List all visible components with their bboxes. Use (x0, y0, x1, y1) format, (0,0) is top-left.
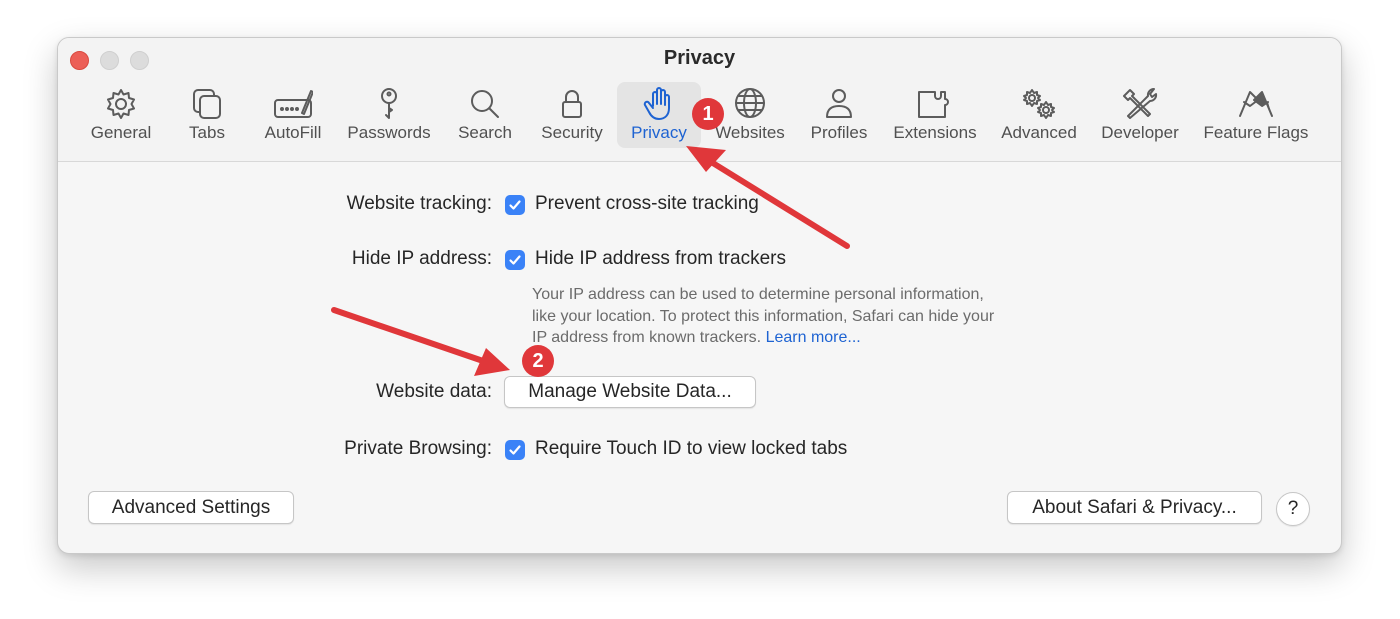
tab-autofill[interactable]: AutoFill (254, 82, 332, 148)
hand-icon (639, 86, 679, 122)
checkmark-icon (509, 200, 521, 210)
tab-passwords-label: Passwords (347, 123, 431, 142)
search-icon (465, 86, 505, 122)
advanced-settings-button[interactable]: Advanced Settings (88, 491, 294, 524)
hide-ip-label: Hide IP address: (351, 248, 492, 269)
help-line: Your IP address can be used to determine… (532, 286, 984, 303)
tab-general-label: General (90, 123, 152, 142)
hide-ip-checkbox[interactable] (505, 250, 525, 270)
tab-extensions-label: Extensions (893, 123, 977, 142)
tab-security[interactable]: Security (532, 82, 612, 148)
puzzle-icon (915, 86, 955, 122)
globe-icon (730, 86, 770, 122)
tab-websites-label: Websites (715, 123, 785, 142)
tools-icon (1120, 86, 1160, 122)
tab-feature-flags[interactable]: Feature Flags (1196, 82, 1316, 148)
learn-more-link[interactable]: Learn more... (766, 329, 861, 346)
gears-icon (1019, 86, 1059, 122)
tab-passwords[interactable]: Passwords (342, 82, 436, 148)
tab-profiles[interactable]: Profiles (802, 82, 876, 148)
tab-profiles-label: Profiles (810, 123, 868, 142)
help-button[interactable]: ? (1276, 492, 1310, 526)
tab-security-label: Security (541, 123, 603, 142)
hide-ip-option-label[interactable]: Hide IP address from trackers (535, 248, 786, 270)
annotation-badge-1: 1 (692, 98, 724, 130)
window-title: Privacy (663, 47, 736, 69)
annotation-badge-2: 2 (522, 345, 554, 377)
tab-search[interactable]: Search (450, 82, 520, 148)
prevent-tracking-label[interactable]: Prevent cross-site tracking (535, 193, 759, 215)
tab-privacy-label: Privacy (631, 123, 687, 142)
autofill-icon (273, 86, 314, 122)
tab-general[interactable]: General (82, 82, 160, 148)
tabs-icon (187, 86, 227, 122)
website-tracking-label: Website tracking: (346, 193, 492, 214)
tab-privacy[interactable]: Privacy (617, 82, 701, 148)
private-browsing-label: Private Browsing: (344, 438, 492, 459)
tab-feature-flags-label: Feature Flags (1203, 123, 1309, 142)
tab-autofill-label: AutoFill (264, 123, 322, 142)
tab-developer-label: Developer (1101, 123, 1179, 142)
checkmark-icon (509, 255, 521, 265)
tab-tabs[interactable]: Tabs (172, 82, 242, 148)
person-icon (819, 86, 859, 122)
touch-id-checkbox[interactable] (505, 440, 525, 460)
lock-icon (552, 86, 592, 122)
flags-icon (1236, 86, 1276, 122)
manage-website-data-button[interactable]: Manage Website Data... (504, 376, 756, 408)
prevent-tracking-checkbox[interactable] (505, 195, 525, 215)
website-data-label: Website data: (376, 381, 492, 402)
tab-extensions[interactable]: Extensions (886, 82, 984, 148)
tab-advanced[interactable]: Advanced (994, 82, 1084, 148)
tab-developer[interactable]: Developer (1094, 82, 1186, 148)
gear-icon (101, 86, 141, 122)
tab-advanced-label: Advanced (1001, 123, 1077, 142)
key-icon (369, 86, 409, 122)
touch-id-label[interactable]: Require Touch ID to view locked tabs (535, 438, 847, 460)
help-line-last: IP address from known trackers. Learn mo… (532, 327, 1092, 349)
tab-search-label: Search (458, 123, 512, 142)
tab-tabs-label: Tabs (189, 123, 225, 142)
about-safari-privacy-button[interactable]: About Safari & Privacy... (1007, 491, 1262, 524)
help-line: like your location. To protect this info… (532, 307, 995, 325)
help-line: IP address from known trackers. (532, 329, 762, 346)
hide-ip-help-text: Your IP address can be used to determine… (532, 284, 1092, 349)
checkmark-icon (509, 445, 521, 455)
